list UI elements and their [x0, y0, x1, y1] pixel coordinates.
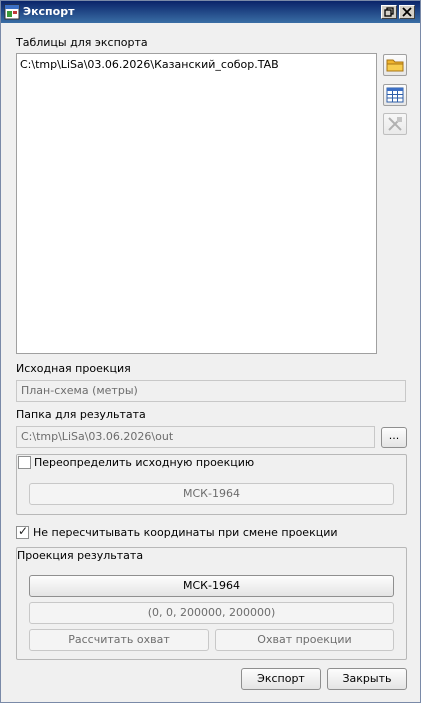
close-button[interactable] [399, 5, 415, 19]
list-item[interactable]: C:\tmp\LiSa\03.06.2026\Казанский_собор.T… [20, 58, 279, 71]
restore-icon [384, 7, 394, 17]
close-dialog-button[interactable]: Закрыть [327, 668, 407, 690]
source-projection-label: Исходная проекция [16, 362, 131, 375]
override-projection-button[interactable]: МСК-1964 [29, 483, 394, 505]
override-projection-checkbox[interactable] [18, 456, 31, 469]
remove-icon [388, 117, 402, 131]
output-folder-label: Папка для результата [16, 408, 146, 421]
calc-extent-button[interactable]: Рассчитать охват [29, 629, 209, 651]
open-table-button[interactable] [383, 84, 407, 106]
no-recalc-label[interactable]: Не пересчитывать координаты при смене пр… [33, 526, 338, 539]
close-icon [402, 7, 412, 17]
title-bar[interactable]: Экспорт [1, 1, 420, 23]
output-folder-field: C:\tmp\LiSa\03.06.2026\out [16, 426, 375, 448]
app-icon [4, 4, 20, 20]
table-icon [386, 87, 404, 103]
override-projection-label[interactable]: Переопределить исходную проекцию [34, 456, 254, 469]
restore-button[interactable] [381, 5, 397, 19]
tables-label: Таблицы для экспорта [16, 36, 148, 49]
extent-field: (0, 0, 200000, 200000) [29, 602, 394, 624]
remove-table-button[interactable] [383, 113, 407, 135]
no-recalc-checkbox[interactable] [16, 524, 29, 539]
projection-extent-button[interactable]: Охват проекции [215, 629, 394, 651]
result-projection-label: Проекция результата [17, 549, 144, 562]
browse-folder-button[interactable]: ... [381, 427, 407, 448]
tables-list[interactable]: C:\tmp\LiSa\03.06.2026\Казанский_собор.T… [16, 53, 377, 354]
result-projection-button[interactable]: МСК-1964 [29, 575, 394, 597]
export-button[interactable]: Экспорт [241, 668, 321, 690]
folder-open-icon [386, 59, 404, 72]
window-title: Экспорт [23, 5, 75, 18]
export-dialog: Экспорт Таблицы для экспорта C:\tmp\LiSa… [0, 0, 421, 703]
source-projection-field: План-схема (метры) [16, 380, 406, 402]
add-table-button[interactable] [383, 54, 407, 76]
